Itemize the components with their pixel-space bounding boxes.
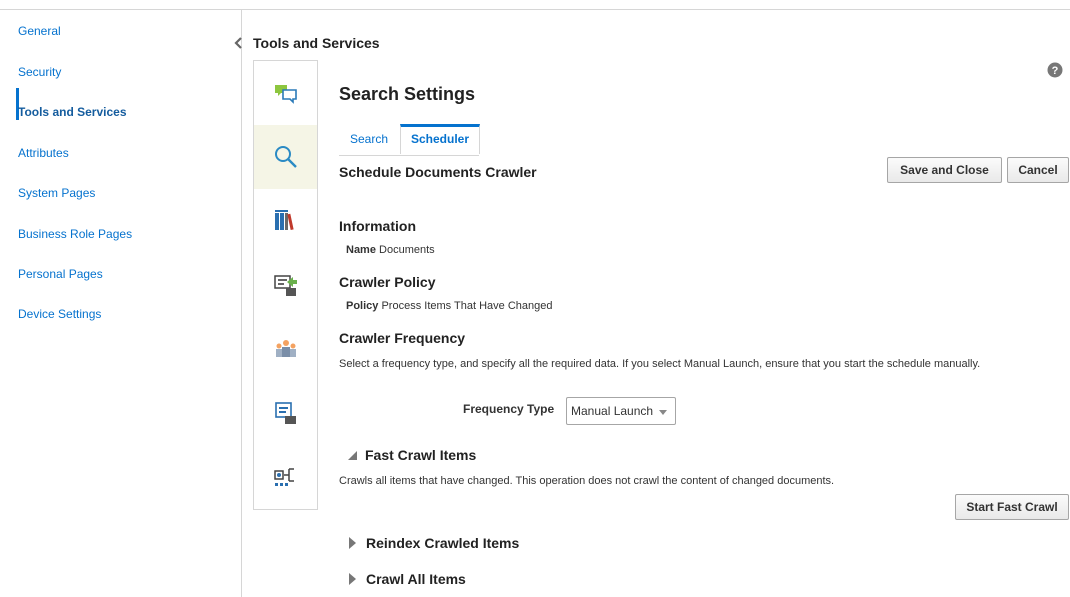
fast-crawl-disclosure[interactable]: Fast Crawl Items xyxy=(348,447,548,465)
document-settings-icon xyxy=(274,402,296,424)
reindex-heading: Reindex Crawled Items xyxy=(366,535,520,551)
nav-item-business-role-pages[interactable]: Business Role Pages xyxy=(18,223,132,245)
page-title: Tools and Services xyxy=(253,35,380,51)
help-icon[interactable]: ? xyxy=(1047,62,1063,78)
rail-item-library[interactable] xyxy=(254,189,317,253)
name-value: Documents xyxy=(379,244,435,256)
nav-item-tools-and-services[interactable]: Tools and Services xyxy=(18,101,127,123)
save-and-close-button[interactable]: Save and Close xyxy=(887,157,1002,183)
policy-row: Policy Process Items That Have Changed xyxy=(346,300,552,312)
chat-icon xyxy=(274,85,297,104)
start-fast-crawl-button[interactable]: Start Fast Crawl xyxy=(955,494,1069,520)
people-icon xyxy=(275,340,296,357)
frequency-type-value: Manual Launch xyxy=(571,404,654,418)
crawl-all-disclosure[interactable]: Crawl All Items xyxy=(349,571,509,589)
tab-search[interactable]: Search xyxy=(340,126,398,154)
expanded-triangle-icon xyxy=(348,451,357,460)
nav-item-security[interactable]: Security xyxy=(18,61,61,83)
nav-item-general[interactable]: General xyxy=(18,20,61,42)
tab-scheduler[interactable]: Scheduler xyxy=(400,124,480,154)
library-icon xyxy=(274,210,294,231)
frequency-type-label: Frequency Type xyxy=(463,402,555,416)
fast-crawl-heading: Fast Crawl Items xyxy=(365,447,477,463)
name-row: Name Documents xyxy=(346,244,435,256)
rail-item-flow[interactable] xyxy=(254,445,317,509)
svg-text:?: ? xyxy=(1052,65,1059,77)
nav-item-personal-pages[interactable]: Personal Pages xyxy=(18,263,103,285)
name-label: Name xyxy=(346,244,376,256)
export-icon xyxy=(273,275,297,296)
nav-item-system-pages[interactable]: System Pages xyxy=(18,182,95,204)
crawler-frequency-heading: Crawler Frequency xyxy=(339,330,466,346)
tools-icon-rail xyxy=(253,60,318,510)
rail-item-export[interactable] xyxy=(254,253,317,317)
information-heading: Information xyxy=(339,218,416,234)
crawl-all-heading: Crawl All Items xyxy=(366,571,466,587)
rail-item-search[interactable] xyxy=(254,125,317,189)
policy-label: Policy xyxy=(346,300,379,312)
flow-icon xyxy=(273,468,294,486)
section-title: Schedule Documents Crawler xyxy=(339,164,537,180)
fast-crawl-description: Crawls all items that have changed. This… xyxy=(339,475,835,487)
policy-value: Process Items That Have Changed xyxy=(381,300,553,312)
crawler-frequency-description: Select a frequency type, and specify all… xyxy=(339,358,981,370)
nav-item-device-settings[interactable]: Device Settings xyxy=(18,303,101,325)
chevron-down-icon xyxy=(659,410,667,415)
chevron-left-icon[interactable] xyxy=(233,36,245,50)
tabs-divider xyxy=(339,155,479,156)
reindex-disclosure[interactable]: Reindex Crawled Items xyxy=(349,535,569,553)
rail-item-chat[interactable] xyxy=(254,61,317,125)
rail-item-document-settings[interactable] xyxy=(254,381,317,445)
nav-item-attributes[interactable]: Attributes xyxy=(18,142,69,164)
search-settings-title: Search Settings xyxy=(339,84,476,104)
collapsed-triangle-icon xyxy=(349,537,356,549)
collapsed-triangle-icon xyxy=(349,573,356,585)
frequency-type-select[interactable]: Manual Launch xyxy=(566,397,676,425)
crawler-policy-heading: Crawler Policy xyxy=(339,274,436,290)
search-icon xyxy=(274,146,297,168)
rail-item-people[interactable] xyxy=(254,317,317,381)
cancel-button[interactable]: Cancel xyxy=(1007,157,1069,183)
